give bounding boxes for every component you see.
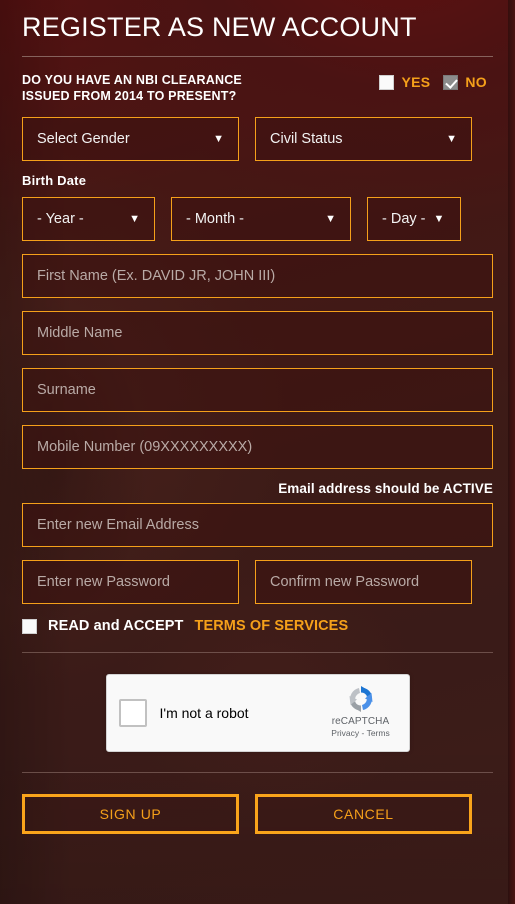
civil-status-select-value: Civil Status — [270, 131, 343, 147]
terms-text: READ and ACCEPT — [48, 618, 184, 634]
email-input[interactable]: Enter new Email Address — [22, 503, 493, 547]
terms-acceptance-row: READ and ACCEPT TERMS OF SERVICES — [22, 618, 493, 634]
nbi-yes-label[interactable]: YES — [401, 74, 430, 90]
password-row: Enter new Password Confirm new Password — [22, 560, 493, 604]
gender-select[interactable]: Select Gender ▼ — [22, 117, 239, 161]
middle-name-input[interactable]: Middle Name — [22, 311, 493, 355]
registration-form: REGISTER AS NEW ACCOUNT DO YOU HAVE AN N… — [0, 0, 515, 904]
birth-month-value: - Month - — [186, 211, 245, 227]
form-actions: SIGN UP CANCEL — [22, 794, 493, 834]
nbi-clearance-question-row: DO YOU HAVE AN NBI CLEARANCE ISSUED FROM… — [22, 72, 493, 104]
right-edge-strip — [508, 0, 515, 904]
nbi-no-checkbox[interactable] — [443, 74, 459, 90]
recaptcha-container: I'm not a robot reCAPTCHA Privacy - Term… — [22, 674, 493, 752]
sign-up-button[interactable]: SIGN UP — [22, 794, 239, 834]
chevron-down-icon: ▼ — [446, 132, 457, 145]
nbi-answer-options: YES NO — [379, 72, 493, 90]
recaptcha-checkbox[interactable] — [118, 699, 147, 727]
recaptcha-widget[interactable]: I'm not a robot reCAPTCHA Privacy - Term… — [105, 674, 410, 752]
recaptcha-legal-links[interactable]: Privacy - Terms — [324, 728, 398, 738]
chevron-down-icon: ▼ — [213, 132, 224, 145]
cancel-button[interactable]: CANCEL — [255, 794, 472, 834]
terms-of-services-link[interactable]: TERMS OF SERVICES — [195, 618, 349, 634]
birth-year-value: - Year - — [37, 211, 84, 227]
password-input[interactable]: Enter new Password — [22, 560, 239, 604]
email-active-note: Email address should be ACTIVE — [278, 481, 493, 496]
birth-day-value: - Day - — [382, 211, 426, 227]
recaptcha-branding: reCAPTCHA Privacy - Terms — [324, 683, 398, 738]
nbi-no-label[interactable]: NO — [465, 74, 487, 90]
terms-checkbox[interactable] — [22, 618, 37, 634]
first-name-input[interactable]: First Name (Ex. DAVID JR, JOHN III) — [22, 254, 493, 298]
birth-date-label: Birth Date — [22, 173, 87, 188]
chevron-down-icon: ▼ — [129, 212, 140, 225]
gender-civil-status-row: Select Gender ▼ Civil Status ▼ — [22, 117, 493, 161]
nbi-question-text: DO YOU HAVE AN NBI CLEARANCE ISSUED FROM… — [22, 72, 242, 104]
recaptcha-logo-icon — [349, 686, 372, 712]
recaptcha-label: I'm not a robot — [159, 705, 249, 721]
nbi-question-line-2: ISSUED FROM 2014 TO PRESENT? — [22, 89, 237, 103]
header-divider — [22, 56, 493, 57]
recaptcha-brand-name: reCAPTCHA — [331, 716, 390, 727]
civil-status-select[interactable]: Civil Status ▼ — [255, 117, 472, 161]
birth-year-select[interactable]: - Year - ▼ — [22, 197, 155, 241]
surname-input[interactable]: Surname — [22, 368, 493, 412]
page-title: REGISTER AS NEW ACCOUNT — [22, 12, 417, 42]
birth-date-row: - Year - ▼ - Month - ▼ - Day - ▼ — [22, 197, 493, 241]
confirm-password-input[interactable]: Confirm new Password — [255, 560, 472, 604]
chevron-down-icon: ▼ — [325, 212, 336, 225]
chevron-down-icon: ▼ — [433, 212, 445, 225]
birth-day-select[interactable]: - Day - ▼ — [367, 197, 461, 241]
gender-select-value: Select Gender — [37, 131, 130, 147]
nbi-question-line-1: DO YOU HAVE AN NBI CLEARANCE — [22, 73, 242, 87]
terms-divider — [22, 652, 493, 653]
footer-divider — [22, 772, 493, 773]
mobile-number-input[interactable]: Mobile Number (09XXXXXXXXX) — [22, 425, 493, 469]
birth-month-select[interactable]: - Month - ▼ — [171, 197, 351, 241]
nbi-yes-checkbox[interactable] — [379, 74, 395, 90]
